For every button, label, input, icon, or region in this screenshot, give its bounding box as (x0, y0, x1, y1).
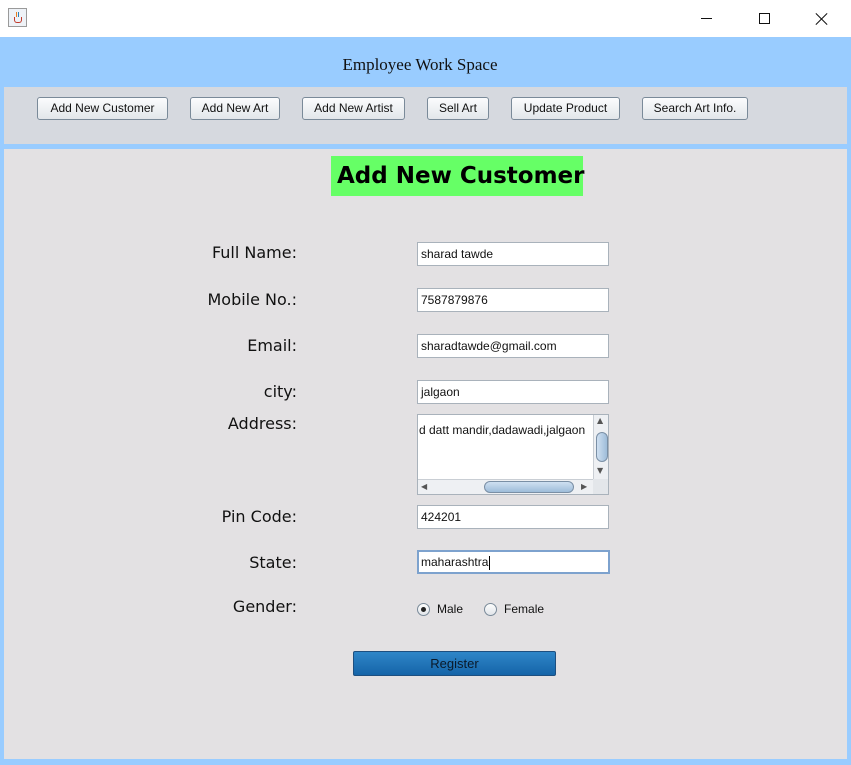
add-new-customer-button[interactable]: Add New Customer (37, 97, 168, 120)
radio-unchecked-icon (484, 602, 498, 616)
customer-form-panel: Add New Customer Full Name: sharad tawde… (4, 149, 847, 759)
title-bar (0, 0, 851, 37)
address-label: Address: (227, 414, 297, 433)
full-name-label: Full Name: (211, 243, 297, 262)
scroll-left-icon[interactable]: ◀ (421, 482, 427, 492)
address-text: d datt mandir,dadawadi,jalgaon (419, 423, 586, 437)
female-label: Female (504, 602, 545, 616)
address-vertical-scrollbar[interactable]: ▲ ▼ (593, 415, 608, 479)
email-label: Email: (247, 336, 297, 355)
close-icon (815, 12, 829, 26)
scroll-corner (593, 479, 608, 494)
vertical-scroll-thumb[interactable] (596, 432, 608, 462)
state-field[interactable]: maharashtra (417, 550, 610, 574)
address-horizontal-scrollbar[interactable]: ◀ ▶ (418, 479, 593, 494)
search-art-info-button[interactable]: Search Art Info. (642, 97, 748, 120)
city-label: city: (263, 382, 297, 401)
pin-code-label: Pin Code: (221, 507, 297, 526)
form-heading: Add New Customer (331, 156, 585, 196)
state-label: State: (249, 553, 297, 572)
close-button[interactable] (793, 0, 851, 37)
address-textarea[interactable]: d datt mandir,dadawadi,jalgaon ▲ ▼ ◀ ▶ (417, 414, 609, 495)
workspace-title: Employee Work Space (342, 55, 498, 74)
scroll-up-icon[interactable]: ▲ (597, 416, 603, 426)
maximize-button[interactable] (735, 0, 793, 37)
gender-label: Gender: (232, 597, 297, 616)
text-caret (489, 555, 491, 570)
register-button[interactable]: Register (353, 651, 556, 676)
java-cup-icon[interactable] (8, 8, 27, 27)
gender-radio-group: Male Female (417, 600, 544, 618)
male-label: Male (437, 602, 464, 616)
add-new-art-button[interactable]: Add New Art (190, 97, 280, 120)
horizontal-scroll-thumb[interactable] (484, 481, 574, 493)
minimize-icon (700, 18, 712, 19)
app-window: Employee Work Space Add New Customer Add… (0, 0, 851, 765)
city-field[interactable]: jalgaon (417, 380, 609, 404)
toolbar: Add New Customer Add New Art Add New Art… (4, 87, 847, 144)
minimize-button[interactable] (677, 0, 735, 37)
sell-art-button[interactable]: Sell Art (427, 97, 489, 120)
scroll-down-icon[interactable]: ▼ (597, 466, 603, 476)
maximize-icon (758, 13, 770, 24)
male-radio[interactable]: Male (417, 602, 463, 616)
female-radio[interactable]: Female (484, 602, 544, 616)
add-new-artist-button[interactable]: Add New Artist (302, 97, 405, 120)
state-value: maharashtra (421, 555, 489, 569)
email-field[interactable]: sharadtawde@gmail.com (417, 334, 609, 358)
pin-code-field[interactable]: 424201 (417, 505, 609, 529)
scroll-right-icon[interactable]: ▶ (581, 482, 587, 492)
mobile-field[interactable]: 7587879876 (417, 288, 609, 312)
full-name-field[interactable]: sharad tawde (417, 242, 609, 266)
update-product-button[interactable]: Update Product (511, 97, 620, 120)
radio-checked-icon (417, 602, 430, 616)
mobile-label: Mobile No.: (207, 290, 297, 309)
